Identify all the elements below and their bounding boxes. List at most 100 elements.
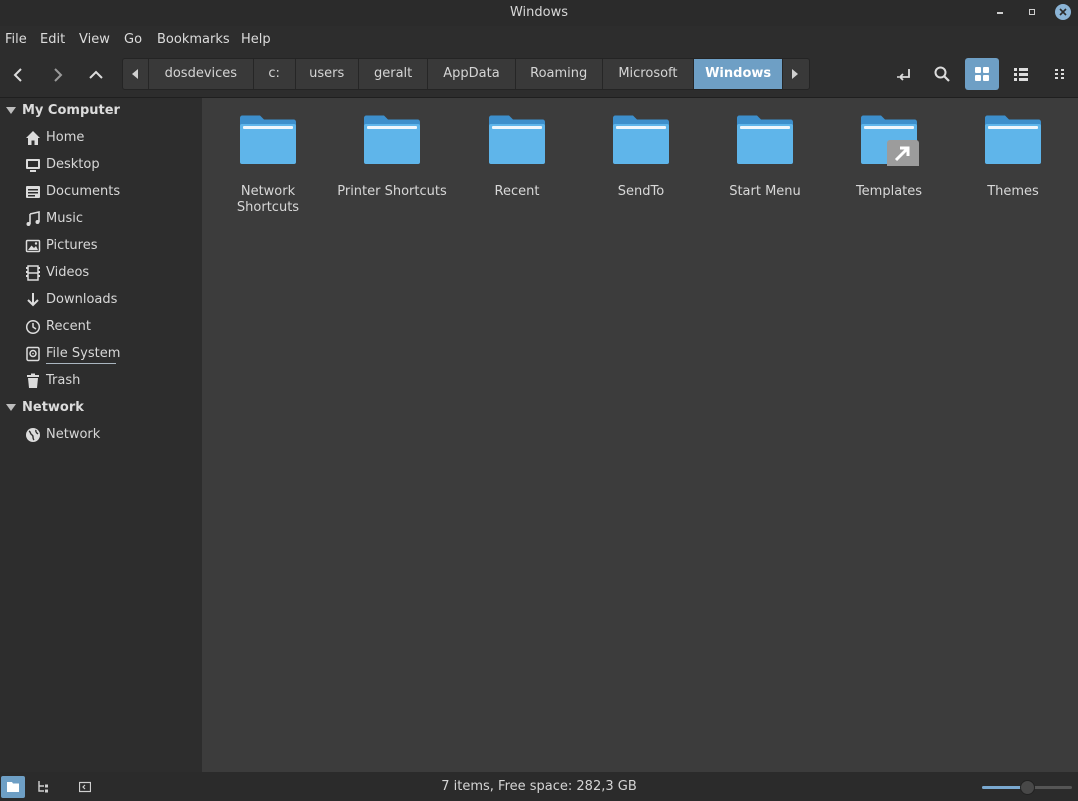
home-icon (26, 131, 40, 145)
icon-view-button[interactable] (965, 58, 999, 90)
folder-item[interactable]: Printer Shortcuts (330, 114, 454, 200)
folder-icon (238, 114, 298, 166)
desktop-icon (26, 159, 40, 172)
folder-item[interactable]: Recent (455, 114, 579, 200)
menu-bookmarks[interactable]: Bookmarks (157, 32, 230, 47)
sidebar-item-label: Documents (46, 184, 121, 199)
folder-link-icon (859, 114, 919, 170)
search-button[interactable] (925, 58, 959, 90)
videos-icon (26, 265, 40, 281)
maximize-button[interactable] (1023, 4, 1039, 20)
menu-bar: File Edit View Go Bookmarks Help (0, 28, 1078, 52)
minimize-button[interactable] (992, 4, 1008, 20)
folder-name: Recent (494, 184, 540, 199)
breadcrumb-microsoft[interactable]: Microsoft (603, 59, 695, 89)
folder-icon (362, 114, 422, 166)
breadcrumb: dosdevices c: users geralt AppData Roami… (122, 58, 810, 90)
sidebar-item-recent[interactable]: Recent (0, 315, 202, 339)
filesystem-icon (26, 346, 40, 362)
search-icon (934, 66, 950, 82)
sidebar-section-network[interactable]: Network (0, 396, 202, 420)
folder-name: Themes (987, 184, 1039, 199)
folder-name: Templates (855, 184, 923, 199)
status-bar: 7 items, Free space: 282,3 GB (0, 772, 1078, 801)
folder-name: Printer Shortcuts (337, 184, 447, 199)
folder-icon (735, 114, 795, 166)
recent-icon (25, 319, 41, 335)
sidebar-item-downloads[interactable]: Downloads (0, 288, 202, 312)
breadcrumb-appdata[interactable]: AppData (428, 59, 516, 89)
sidebar-item-desktop[interactable]: Desktop (0, 153, 202, 177)
breadcrumb-c[interactable]: c: (254, 59, 296, 89)
sidebar-item-label: Videos (46, 265, 90, 280)
folder-icon (983, 114, 1043, 166)
up-button[interactable] (81, 61, 111, 89)
pictures-icon (25, 239, 41, 253)
folder-item[interactable]: Start Menu (703, 114, 827, 200)
title-bar: Windows (0, 0, 1078, 26)
sidebar-section-title: My Computer (22, 103, 120, 118)
menu-edit[interactable]: Edit (40, 32, 65, 47)
compact-view-icon (1055, 69, 1064, 79)
toolbar: dosdevices c: users geralt AppData Roami… (0, 57, 1078, 93)
sidebar-item-label: Home (46, 130, 85, 145)
sidebar-item-trash[interactable]: Trash (0, 369, 202, 393)
list-view-icon (1014, 68, 1028, 81)
expand-triangle-icon (6, 107, 16, 114)
folder-icon (611, 114, 671, 166)
menu-help[interactable]: Help (241, 32, 271, 47)
sidebar-item-label: Downloads (46, 292, 118, 307)
breadcrumb-users[interactable]: users (296, 59, 359, 89)
sidebar-item-filesystem[interactable]: File System (0, 342, 202, 366)
breadcrumb-geralt[interactable]: geralt (359, 59, 429, 89)
menu-view[interactable]: View (79, 32, 110, 47)
folder-name: SendTo (617, 184, 665, 199)
sidebar-item-home[interactable]: Home (0, 126, 202, 150)
sidebar-item-documents[interactable]: Documents (0, 180, 202, 204)
compact-view-button[interactable] (1043, 58, 1077, 90)
sidebar-item-pictures[interactable]: Pictures (0, 234, 202, 258)
folder-name: Start Menu (729, 184, 801, 199)
forward-button[interactable] (42, 61, 72, 89)
sidebar-item-music[interactable]: Music (0, 207, 202, 231)
downloads-icon (27, 293, 39, 307)
sidebar-item-network[interactable]: Network (0, 423, 202, 447)
breadcrumb-scroll-right[interactable] (783, 59, 809, 89)
breadcrumb-roaming[interactable]: Roaming (516, 59, 603, 89)
sidebar-item-videos[interactable]: Videos (0, 261, 202, 285)
folder-item[interactable]: Templates (827, 114, 951, 200)
forward-arrow-icon (54, 68, 63, 82)
triangle-right-icon (792, 69, 799, 79)
breadcrumb-windows[interactable]: Windows (694, 59, 784, 89)
close-icon (1059, 8, 1067, 16)
folder-item[interactable]: Themes (951, 114, 1075, 200)
sidebar-item-label: File System (46, 346, 121, 361)
sidebar-item-label: Recent (46, 319, 91, 334)
breadcrumb-dosdevices[interactable]: dosdevices (149, 59, 254, 89)
sidebar-section-my-computer[interactable]: My Computer (0, 99, 202, 123)
folder-item[interactable]: SendTo (579, 114, 703, 200)
folder-item[interactable]: Network Shortcuts (206, 114, 330, 216)
trash-icon (27, 373, 39, 388)
back-button[interactable] (4, 61, 34, 89)
zoom-slider[interactable] (982, 780, 1072, 795)
network-icon (26, 428, 40, 442)
music-icon (26, 211, 40, 226)
triangle-left-icon (132, 69, 138, 79)
list-view-button[interactable] (1004, 58, 1038, 90)
zoom-slider-handle[interactable] (1020, 780, 1035, 795)
sidebar-item-label: Desktop (46, 157, 100, 172)
back-arrow-icon (13, 68, 22, 82)
file-view[interactable]: Network Shortcuts Printer Shortcuts Recen… (202, 98, 1078, 772)
menu-go[interactable]: Go (124, 32, 142, 47)
disk-usage-bar (46, 363, 116, 364)
grid-view-icon (975, 67, 989, 81)
sidebar-item-label: Network (46, 427, 101, 442)
toggle-location-button[interactable] (887, 58, 921, 90)
location-toggle-icon (897, 69, 910, 81)
breadcrumb-scroll-left[interactable] (123, 59, 149, 89)
status-text: 7 items, Free space: 282,3 GB (441, 779, 637, 794)
sidebar-item-label: Trash (46, 373, 81, 388)
menu-file[interactable]: File (5, 32, 27, 47)
close-button[interactable] (1055, 4, 1071, 20)
